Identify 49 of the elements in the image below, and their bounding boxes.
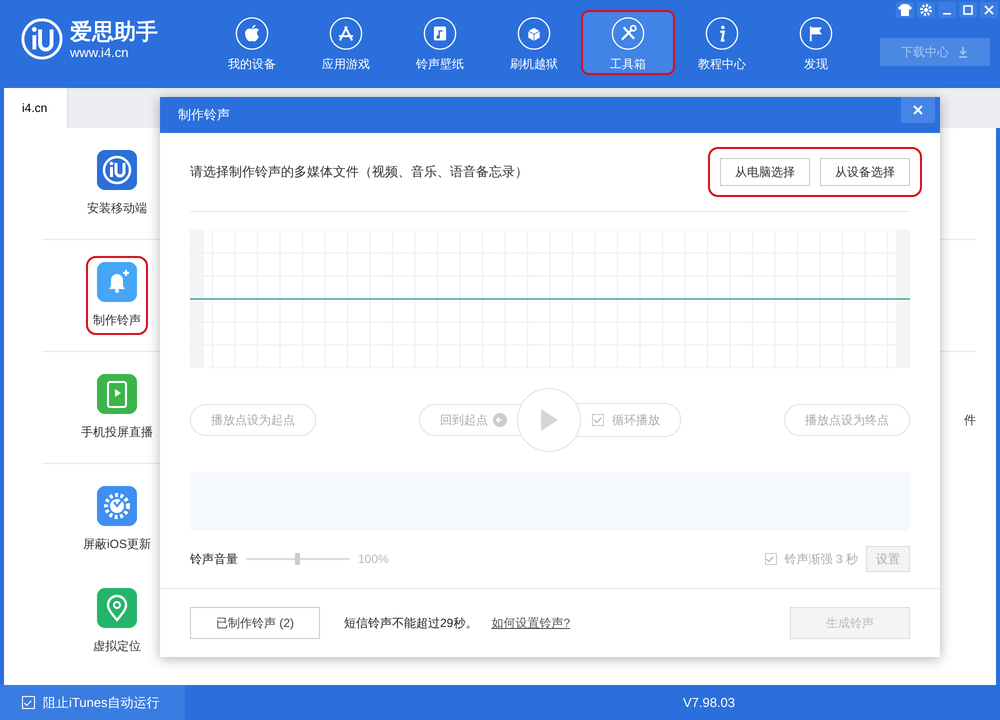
nav-tab[interactable]: 应用游戏 <box>299 10 393 75</box>
source-button[interactable]: 从电脑选择 <box>720 158 810 186</box>
dialog-title: 制作铃声 <box>178 106 230 124</box>
settings-icon[interactable] <box>917 2 935 18</box>
made-ringtones-button[interactable]: 已制作铃声 (2) <box>190 607 320 639</box>
logo-icon <box>97 150 137 190</box>
appstore-icon <box>327 17 365 50</box>
volume-reading: 100% <box>358 552 389 566</box>
tool-item[interactable]: 屏蔽iOS更新 <box>76 480 158 559</box>
location-icon <box>97 588 137 628</box>
tool-item[interactable]: 安装移动端 <box>80 144 154 223</box>
nav-tab[interactable]: 铃声壁纸 <box>393 10 487 75</box>
app-url: www.i4.cn <box>70 44 130 60</box>
shirt-icon[interactable] <box>896 2 914 18</box>
bell-icon <box>97 262 137 302</box>
maximize-icon[interactable] <box>959 2 977 18</box>
play-icon <box>539 408 559 432</box>
browser-tab[interactable]: i4.cn <box>4 88 68 128</box>
close-icon[interactable] <box>980 2 998 18</box>
minimize-icon[interactable] <box>938 2 956 18</box>
prompt-text: 请选择制作铃声的多媒体文件（视频、音乐、语音备忘录） <box>190 163 528 181</box>
close-icon <box>912 104 924 116</box>
nav-tab[interactable]: 我的设备 <box>205 10 299 75</box>
apple-icon <box>233 17 271 50</box>
tool-item[interactable]: 手机投屏直播 <box>74 368 160 447</box>
tool-item[interactable]: 制作铃声 <box>86 256 148 335</box>
source-button[interactable]: 从设备选择 <box>820 158 910 186</box>
tools-icon <box>609 17 647 50</box>
nav-tab[interactable]: 工具箱 <box>581 10 675 75</box>
version-text: V7.98.03 <box>682 695 735 710</box>
itunes-checkbox[interactable]: 阻止iTunes自动运行 <box>0 685 185 720</box>
info-icon <box>703 17 741 50</box>
nav-tab[interactable]: 刷机越狱 <box>487 10 581 75</box>
flag-icon <box>797 17 835 50</box>
tool-label: 件 <box>964 412 976 429</box>
app-name: 爱思助手 <box>70 18 158 44</box>
music-icon <box>421 17 459 50</box>
download-icon <box>957 46 969 58</box>
note-text: 短信铃声不能超过29秒。 <box>344 614 478 632</box>
screen-icon <box>97 374 137 414</box>
box-icon <box>515 17 553 50</box>
help-link[interactable]: 如何设置铃声? <box>491 614 570 632</box>
close-button[interactable] <box>901 97 935 123</box>
nav-tab[interactable]: 教程中心 <box>675 10 769 75</box>
volume-label: 铃声音量 <box>190 550 238 568</box>
tool-item[interactable]: 虚拟定位 <box>86 582 148 660</box>
nav-tab[interactable]: 发现 <box>769 10 863 75</box>
gear-icon <box>96 486 137 526</box>
logo-icon <box>20 17 64 61</box>
